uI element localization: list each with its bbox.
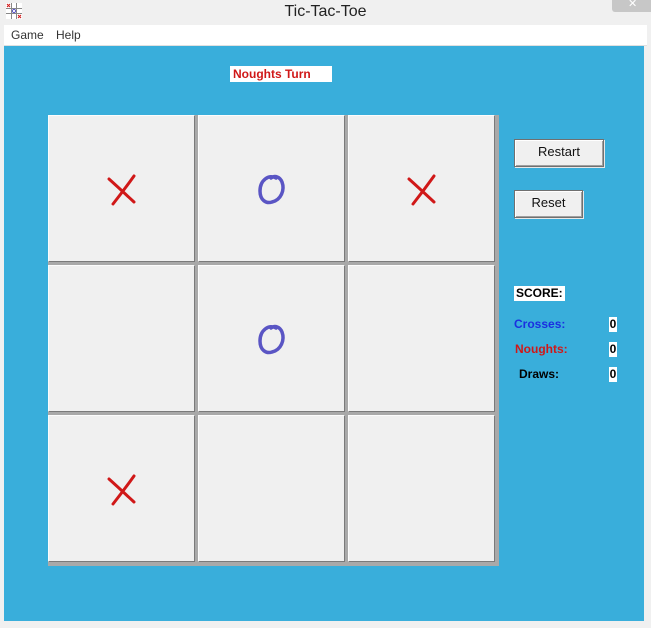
menu-help[interactable]: Help [56,28,81,42]
cross-mark [107,174,136,206]
board-cell-2-1[interactable] [198,415,345,562]
board-cell-1-0[interactable] [48,265,195,412]
nought-mark [258,174,285,205]
board-cell-2-0[interactable] [48,415,195,562]
board-cell-0-2[interactable] [348,115,495,262]
crosses-label: Crosses: [514,317,566,331]
turn-status: Noughts Turn [230,66,332,82]
menu-bar: Game Help [4,25,647,46]
cross-mark [107,474,136,506]
title-bar: Tic-Tac-Toe ✕ [0,0,651,25]
crosses-score: 0 [609,317,617,332]
board-cell-1-2[interactable] [348,265,495,412]
board-cell-2-2[interactable] [348,415,495,562]
close-icon: ✕ [628,0,638,10]
draws-score: 0 [609,367,617,382]
close-button[interactable]: ✕ [612,0,651,12]
cross-mark [407,174,436,206]
noughts-score: 0 [609,342,617,357]
game-area: Noughts Turn Restart Reset SCORE: Crosse… [4,46,644,621]
board-cell-0-0[interactable] [48,115,195,262]
board-cell-0-1[interactable] [198,115,345,262]
window-title: Tic-Tac-Toe [284,3,367,20]
game-board [48,115,499,566]
menu-game[interactable]: Game [11,28,44,42]
restart-button[interactable]: Restart [514,139,604,167]
score-heading: SCORE: [514,286,565,301]
draws-label: Draws: [519,367,560,381]
board-cell-1-1[interactable] [198,265,345,412]
reset-button[interactable]: Reset [514,190,583,218]
noughts-label: Noughts: [515,342,568,356]
nought-mark [258,324,285,355]
